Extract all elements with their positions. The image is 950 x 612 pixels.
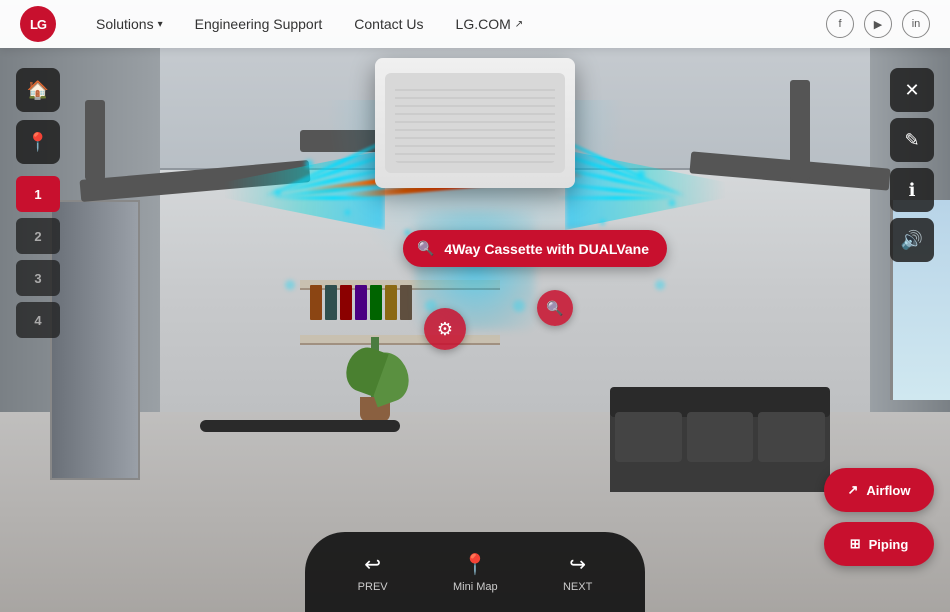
- airflow-icon: ↗: [848, 482, 859, 498]
- piping-icon: ⊞: [850, 536, 861, 552]
- nav-lgcom[interactable]: LG.COM ↗: [456, 16, 524, 32]
- duct-vertical-2: [790, 80, 810, 180]
- location-icon: 📍: [27, 132, 49, 153]
- home-button[interactable]: 🏠: [16, 68, 60, 112]
- ac-unit: [375, 58, 575, 188]
- audio-icon: 🔊: [901, 230, 923, 251]
- linkedin-icon[interactable]: in: [902, 10, 930, 38]
- lg-logo-icon: LG: [20, 6, 56, 42]
- next-button[interactable]: ↪ NEXT: [563, 552, 592, 593]
- edit-button[interactable]: ✎: [890, 118, 934, 162]
- step-4[interactable]: 4: [16, 302, 60, 338]
- nav-social: f ▶ in: [826, 10, 930, 38]
- nav-logo[interactable]: LG: [20, 6, 56, 42]
- search-icon: 🔍: [417, 240, 434, 257]
- minimap-label: Mini Map: [453, 581, 498, 593]
- close-button[interactable]: ✕: [890, 68, 934, 112]
- product-label[interactable]: 🔍 4Way Cassette with DUALVane: [403, 230, 667, 267]
- next-label: NEXT: [563, 581, 592, 593]
- solutions-chevron-icon: ▾: [158, 19, 163, 30]
- navbar: LG Solutions ▾ Engineering Support Conta…: [0, 0, 950, 48]
- bookshelf: [300, 280, 500, 420]
- step-3[interactable]: 3: [16, 260, 60, 296]
- sofa-cushions: [615, 412, 825, 462]
- table: [200, 420, 400, 432]
- plant: [360, 337, 390, 422]
- prev-icon: ↩: [364, 552, 381, 577]
- edit-icon: ✎: [904, 130, 919, 151]
- search-float-icon: 🔍: [546, 300, 563, 317]
- settings-icon: ⚙: [437, 319, 453, 340]
- piping-button[interactable]: ⊞ Piping: [824, 522, 934, 566]
- product-label-text: 4Way Cassette with DUALVane: [444, 241, 649, 257]
- bottom-bar: ↩ PREV 📍 Mini Map ↪ NEXT: [305, 532, 645, 612]
- nav-links: Solutions ▾ Engineering Support Contact …: [96, 16, 826, 32]
- airflow-button[interactable]: ↗ Airflow: [824, 468, 934, 512]
- facebook-icon[interactable]: f: [826, 10, 854, 38]
- step-indicators: 1 2 3 4: [16, 176, 60, 338]
- right-sidebar: ✕ ✎ ℹ 🔊: [890, 68, 934, 262]
- prev-button[interactable]: ↩ PREV: [358, 552, 388, 593]
- youtube-icon[interactable]: ▶: [864, 10, 892, 38]
- minimap-button[interactable]: 📍 Mini Map: [453, 552, 498, 593]
- close-icon: ✕: [904, 80, 919, 101]
- room-main: [160, 170, 870, 412]
- home-icon: 🏠: [27, 80, 49, 101]
- door: [50, 200, 140, 480]
- audio-button[interactable]: 🔊: [890, 218, 934, 262]
- external-link-icon: ↗: [515, 19, 523, 30]
- nav-contact[interactable]: Contact Us: [354, 16, 423, 32]
- nav-solutions[interactable]: Solutions ▾: [96, 16, 163, 32]
- airflow-label: Airflow: [866, 483, 910, 498]
- minimap-icon: 📍: [463, 552, 488, 577]
- info-button[interactable]: ℹ: [890, 168, 934, 212]
- info-icon: ℹ: [909, 180, 916, 201]
- settings-float-button[interactable]: ⚙: [424, 308, 466, 350]
- nav-engineering-support[interactable]: Engineering Support: [195, 16, 323, 32]
- step-1[interactable]: 1: [16, 176, 60, 212]
- prev-label: PREV: [358, 581, 388, 593]
- duct-vertical-1: [85, 100, 105, 180]
- step-2[interactable]: 2: [16, 218, 60, 254]
- location-button[interactable]: 📍: [16, 120, 60, 164]
- left-sidebar: 🏠 📍 1 2 3 4: [16, 68, 60, 338]
- piping-label: Piping: [869, 537, 909, 552]
- search-float-button[interactable]: 🔍: [537, 290, 573, 326]
- next-icon: ↪: [569, 552, 586, 577]
